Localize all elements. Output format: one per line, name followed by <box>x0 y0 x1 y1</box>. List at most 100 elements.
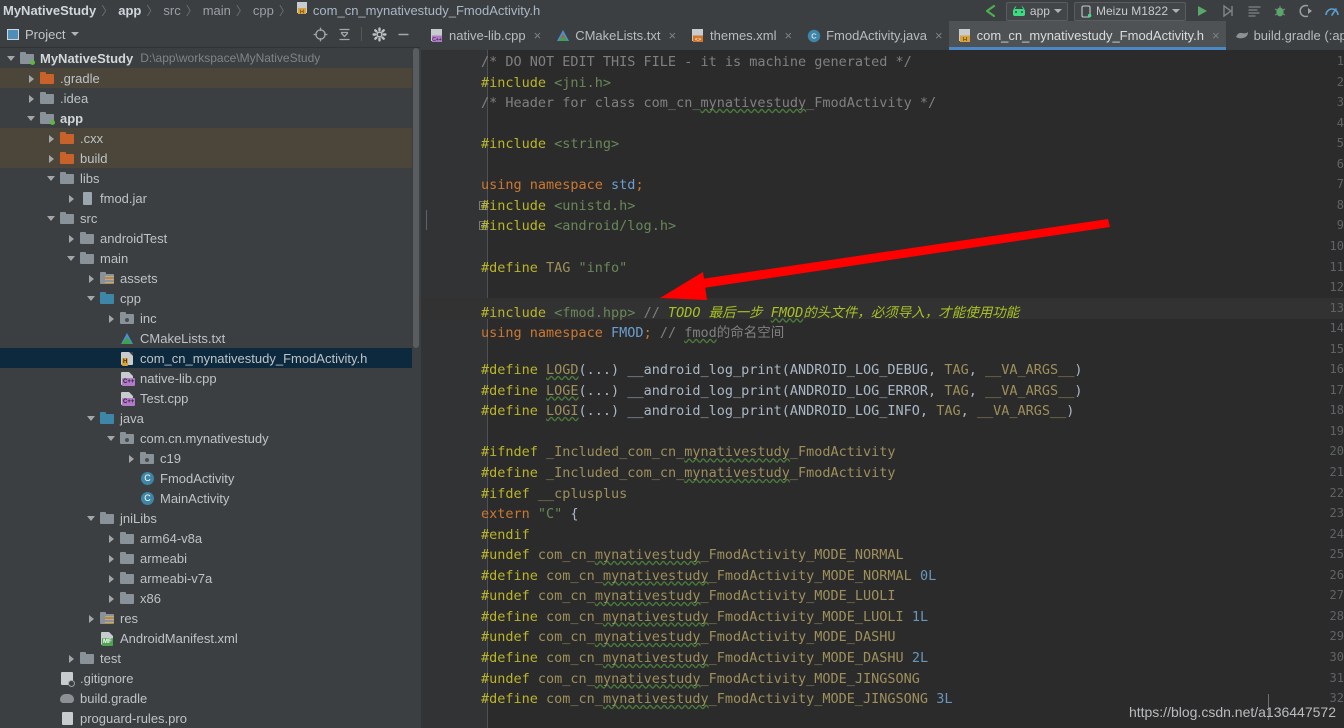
chevron-right-icon[interactable] <box>46 153 57 164</box>
tree-node-mynativestudy[interactable]: MyNativeStudy D:\app\workspace\MyNativeSt… <box>0 48 412 68</box>
breadcrumb-item-app[interactable]: app <box>115 3 144 18</box>
breadcrumb-item-cpp[interactable]: cpp <box>250 3 277 18</box>
code-line[interactable]: #define _Included_com_cn_mynativestudy_F… <box>481 465 896 481</box>
chevron-right-icon[interactable] <box>26 73 37 84</box>
chevron-right-icon[interactable] <box>106 593 117 604</box>
chevron-down-icon[interactable] <box>46 173 57 184</box>
code-line[interactable]: #define com_cn_mynativestudy_FmodActivit… <box>481 650 928 666</box>
code-line[interactable]: #undef com_cn_mynativestudy_FmodActivity… <box>481 629 896 645</box>
breadcrumb-item-src[interactable]: src <box>160 3 183 18</box>
tree-node-proguard-rules-pro[interactable]: proguard-rules.pro <box>0 708 412 728</box>
tree-node-res[interactable]: res <box>0 608 412 628</box>
chevron-down-icon[interactable] <box>66 253 77 264</box>
tree-node-mainactivity[interactable]: C MainActivity <box>0 488 412 508</box>
tree-node-test[interactable]: test <box>0 648 412 668</box>
editor-tab-fmodactivity-java[interactable]: C FmodActivity.java × <box>798 21 949 50</box>
collapse-all-icon[interactable] <box>333 24 355 44</box>
hide-panel-icon[interactable] <box>392 24 414 44</box>
device-selector[interactable]: Meizu M1822 <box>1073 1 1186 21</box>
close-icon[interactable]: × <box>534 28 542 43</box>
chevron-down-icon[interactable] <box>86 293 97 304</box>
code-line[interactable]: #include <android/log.h> <box>481 218 676 234</box>
close-icon[interactable]: × <box>668 28 676 43</box>
chevron-right-icon[interactable] <box>86 613 97 624</box>
editor-code[interactable]: /* DO NOT EDIT THIS FILE - it is machine… <box>481 50 1341 728</box>
tree-node-com-cn-mynativestudy-fmodactivity-h[interactable]: Hcom_cn_mynativestudy_FmodActivity.h <box>0 348 412 368</box>
project-panel-title-button[interactable]: Project <box>0 27 80 42</box>
profiler-icon[interactable] <box>1322 2 1342 20</box>
tree-node-build[interactable]: build <box>0 148 412 168</box>
breadcrumb[interactable]: MyNativeStudy 〉 app 〉 src 〉 main 〉 cpp 〉 Hcom_cn_m… <box>0 0 543 20</box>
editor-tab-native-lib-cpp[interactable]: C++ native-lib.cpp × <box>421 21 547 50</box>
tree-node-java[interactable]: java <box>0 408 412 428</box>
code-line[interactable]: #define com_cn_mynativestudy_FmodActivit… <box>481 568 936 584</box>
locate-icon[interactable] <box>309 24 331 44</box>
code-line[interactable]: #define com_cn_mynativestudy_FmodActivit… <box>481 691 952 707</box>
tree-node-armeabi[interactable]: armeabi <box>0 548 412 568</box>
tree-node--gradle[interactable]: .gradle <box>0 68 412 88</box>
tree-node-c19[interactable]: c19 <box>0 448 412 468</box>
tree-node-androidmanifest-xml[interactable]: MF AndroidManifest.xml <box>0 628 412 648</box>
code-line[interactable]: /* DO NOT EDIT THIS FILE - it is machine… <box>481 54 912 70</box>
tree-node-inc[interactable]: inc <box>0 308 412 328</box>
code-line[interactable]: #include <fmod.hpp> // TODO 最后一步 FMOD的头文… <box>481 301 1019 321</box>
tree-node-armeabi-v7a[interactable]: armeabi-v7a <box>0 568 412 588</box>
code-line[interactable]: #include <unistd.h> <box>481 198 635 214</box>
tree-node-fmod-jar[interactable]: fmod.jar <box>0 188 412 208</box>
project-tree[interactable]: MyNativeStudy D:\app\workspace\MyNativeSt… <box>0 48 412 728</box>
tree-node--gitignore[interactable]: .gitignore <box>0 668 412 688</box>
chevron-down-icon[interactable] <box>86 513 97 524</box>
back-arrow-icon[interactable] <box>980 2 1000 20</box>
chevron-right-icon[interactable] <box>66 653 77 664</box>
chevron-down-icon[interactable] <box>106 433 117 444</box>
code-line[interactable]: #endif <box>481 527 530 543</box>
editor-tab-cmakelists-txt[interactable]: CMakeLists.txt × <box>547 21 682 50</box>
logcat-icon[interactable] <box>1244 2 1264 20</box>
code-line[interactable]: using namespace std; <box>481 177 644 193</box>
chevron-right-icon[interactable] <box>106 573 117 584</box>
tree-node-androidtest[interactable]: androidTest <box>0 228 412 248</box>
code-line[interactable]: /* Header for class com_cn_mynativestudy… <box>481 95 936 111</box>
chevron-right-icon[interactable] <box>86 273 97 284</box>
tree-node-test-cpp[interactable]: C++ Test.cpp <box>0 388 412 408</box>
tree-node-arm64-v8a[interactable]: arm64-v8a <box>0 528 412 548</box>
code-line[interactable]: #undef com_cn_mynativestudy_FmodActivity… <box>481 671 920 687</box>
tree-node-x86[interactable]: x86 <box>0 588 412 608</box>
chevron-right-icon[interactable] <box>66 193 77 204</box>
tree-node-libs[interactable]: libs <box>0 168 412 188</box>
tree-node-cpp[interactable]: cpp <box>0 288 412 308</box>
tree-node-jnilibs[interactable]: jniLibs <box>0 508 412 528</box>
chevron-right-icon[interactable] <box>106 533 117 544</box>
tree-node-com-cn-mynativestudy[interactable]: com.cn.mynativestudy <box>0 428 412 448</box>
apply-changes-icon[interactable] <box>1218 2 1238 20</box>
tree-node-fmodactivity[interactable]: C FmodActivity <box>0 468 412 488</box>
chevron-down-icon[interactable] <box>26 113 37 124</box>
code-line[interactable]: using namespace FMOD; // fmod的命名空间 <box>481 321 784 341</box>
close-icon[interactable]: × <box>1212 28 1220 43</box>
debug-icon[interactable] <box>1270 2 1290 20</box>
tree-node--idea[interactable]: .idea <box>0 88 412 108</box>
breadcrumb-item-mynativestudy[interactable]: MyNativeStudy <box>0 3 99 18</box>
editor-tab-themes-xml[interactable]: <> themes.xml × <box>682 21 798 50</box>
code-line[interactable]: #define com_cn_mynativestudy_FmodActivit… <box>481 609 928 625</box>
code-line[interactable]: #include <jni.h> <box>481 75 611 91</box>
breadcrumb-item-com-cn-mynativestudy-fmodactivity-h[interactable]: Hcom_cn_mynativestudy_FmodActivity.h <box>293 2 543 18</box>
code-line[interactable]: #define LOGI(...) __android_log_print(AN… <box>481 403 1074 419</box>
code-line[interactable]: #define LOGE(...) __android_log_print(AN… <box>481 383 1083 399</box>
tree-node--cxx[interactable]: .cxx <box>0 128 412 148</box>
code-line[interactable]: #include <string> <box>481 136 619 152</box>
code-line[interactable]: #ifdef __cplusplus <box>481 486 627 502</box>
tree-node-app[interactable]: app <box>0 108 412 128</box>
close-icon[interactable]: × <box>935 28 943 43</box>
code-line[interactable]: #undef com_cn_mynativestudy_FmodActivity… <box>481 547 904 563</box>
chevron-down-icon[interactable] <box>6 53 17 64</box>
chevron-right-icon[interactable] <box>46 133 57 144</box>
tree-node-build-gradle[interactable]: build.gradle <box>0 688 412 708</box>
editor-tab-com-cn-mynativestudy-fmodactivity-h[interactable]: Hcom_cn_mynativestudy_FmodActivity.h × <box>948 21 1226 50</box>
run-icon[interactable] <box>1192 2 1212 20</box>
code-line[interactable]: #ifndef _Included_com_cn_mynativestudy_F… <box>481 444 896 460</box>
tree-node-src[interactable]: src <box>0 208 412 228</box>
close-icon[interactable]: × <box>785 28 793 43</box>
editor-tab-build-gradle-app[interactable]: build.gradle (:app <box>1226 21 1344 50</box>
tree-node-cmakelists-txt[interactable]: CMakeLists.txt <box>0 328 412 348</box>
